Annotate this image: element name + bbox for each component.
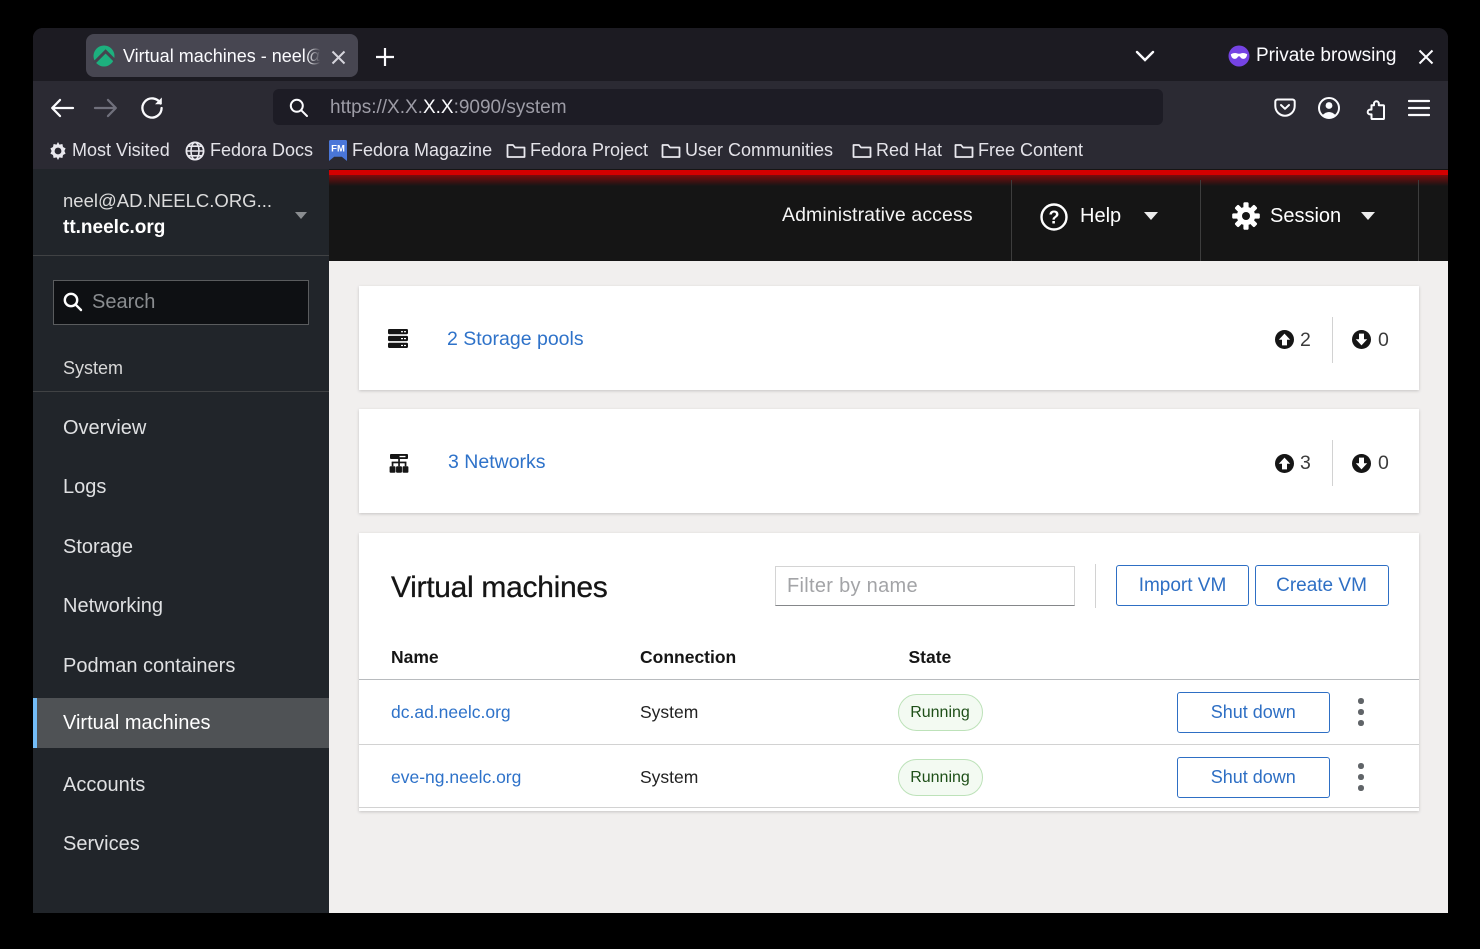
svg-text:?: ? (1049, 207, 1060, 227)
svg-text:FM: FM (331, 144, 345, 155)
